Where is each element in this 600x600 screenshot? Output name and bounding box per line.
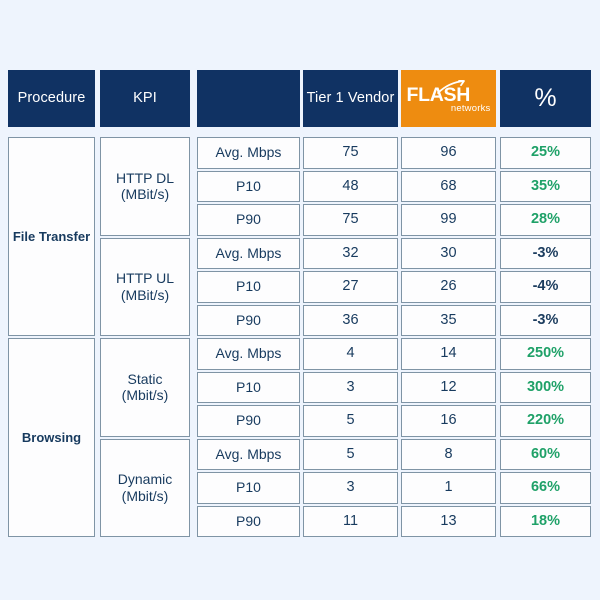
percent-value-cell: 28% (500, 204, 591, 236)
tier1-value-cell: 11 (303, 505, 398, 537)
metric-cell: P90 (197, 304, 300, 336)
header-blank-cell (197, 70, 300, 127)
percent-value-cell: -4% (500, 271, 591, 303)
metric-cell: Avg. Mbps (197, 438, 300, 470)
metric-cell: P10 (197, 472, 300, 504)
tier1-value-cell: 75 (303, 204, 398, 236)
metric-cell: Avg. Mbps (197, 338, 300, 370)
tier1-value-cell: 3 (303, 472, 398, 504)
flash-value-cell: 1 (401, 472, 496, 504)
tier1-value-cell: 4 (303, 338, 398, 370)
kpi-group-cell-3: Dynamic (Mbit/s) (100, 438, 190, 537)
kpi-group-cell-1: HTTP UL (MBit/s) (100, 237, 190, 336)
tier1-value-cell: 5 (303, 405, 398, 437)
flash-value-cell: 68 (401, 170, 496, 202)
metric-cell: Avg. Mbps (197, 237, 300, 269)
percent-value-cell: 66% (500, 472, 591, 504)
kpi-group-name: HTTP DL (115, 169, 175, 186)
kpi-group-cell-0: HTTP DL (MBit/s) (100, 137, 190, 236)
kpi-comparison-table: Procedure KPI Tier 1 Vendor FLASH networks% F… (8, 70, 592, 537)
metric-cell: P10 (197, 271, 300, 303)
flash-value-cell: 99 (401, 204, 496, 236)
kpi-group-unit: (Mbit/s) (121, 487, 169, 504)
flash-value-cell: 14 (401, 338, 496, 370)
kpi-group-unit: (MBit/s) (120, 286, 170, 303)
procedure-cell-0: File Transfer (8, 137, 95, 336)
percent-value-cell: 220% (500, 405, 591, 437)
flash-value-cell: 13 (401, 505, 496, 537)
percent-value-cell: 300% (500, 371, 591, 403)
header-tier1-vendor: Tier 1 Vendor (303, 70, 398, 127)
tier1-value-cell: 3 (303, 371, 398, 403)
percent-value-cell: -3% (500, 304, 591, 336)
flash-value-cell: 96 (401, 137, 496, 169)
flash-value-cell: 26 (401, 271, 496, 303)
kpi-group-unit: (MBit/s) (120, 186, 170, 203)
tier1-value-cell: 5 (303, 438, 398, 470)
percent-value-cell: 250% (500, 338, 591, 370)
header-percent: % (500, 70, 591, 127)
kpi-group-cell-2: Static (Mbit/s) (100, 338, 190, 437)
flash-value-cell: 30 (401, 237, 496, 269)
kpi-group-name: Static (127, 370, 163, 387)
tier1-value-cell: 27 (303, 271, 398, 303)
metric-cell: P10 (197, 170, 300, 202)
tier1-value-cell: 36 (303, 304, 398, 336)
metric-cell: P90 (197, 204, 300, 236)
tier1-value-cell: 32 (303, 237, 398, 269)
flash-value-cell: 16 (401, 405, 496, 437)
percent-value-cell: -3% (500, 237, 591, 269)
metric-cell: P90 (197, 505, 300, 537)
metric-cell: Avg. Mbps (197, 137, 300, 169)
tier1-value-cell: 75 (303, 137, 398, 169)
kpi-group-name: HTTP UL (115, 270, 175, 287)
percent-value-cell: 35% (500, 170, 591, 202)
percent-value-cell: 18% (500, 505, 591, 537)
metric-cell: P10 (197, 371, 300, 403)
header-procedure: Procedure (8, 70, 95, 127)
percent-value-cell: 60% (500, 438, 591, 470)
tier1-value-cell: 48 (303, 170, 398, 202)
header-kpi: KPI (100, 70, 190, 127)
flash-networks-logo: FLASH networks (407, 79, 491, 116)
percent-value-cell: 25% (500, 137, 591, 169)
flash-value-cell: 12 (401, 371, 496, 403)
header-flash-networks-logo: FLASH networks (401, 70, 496, 127)
flash-value-cell: 8 (401, 438, 496, 470)
metric-cell: P90 (197, 405, 300, 437)
flash-networks-subtext: networks (450, 102, 491, 114)
procedure-cell-1: Browsing (8, 338, 95, 537)
kpi-group-name: Dynamic (117, 471, 173, 488)
kpi-group-unit: (Mbit/s) (121, 387, 169, 404)
flash-value-cell: 35 (401, 304, 496, 336)
